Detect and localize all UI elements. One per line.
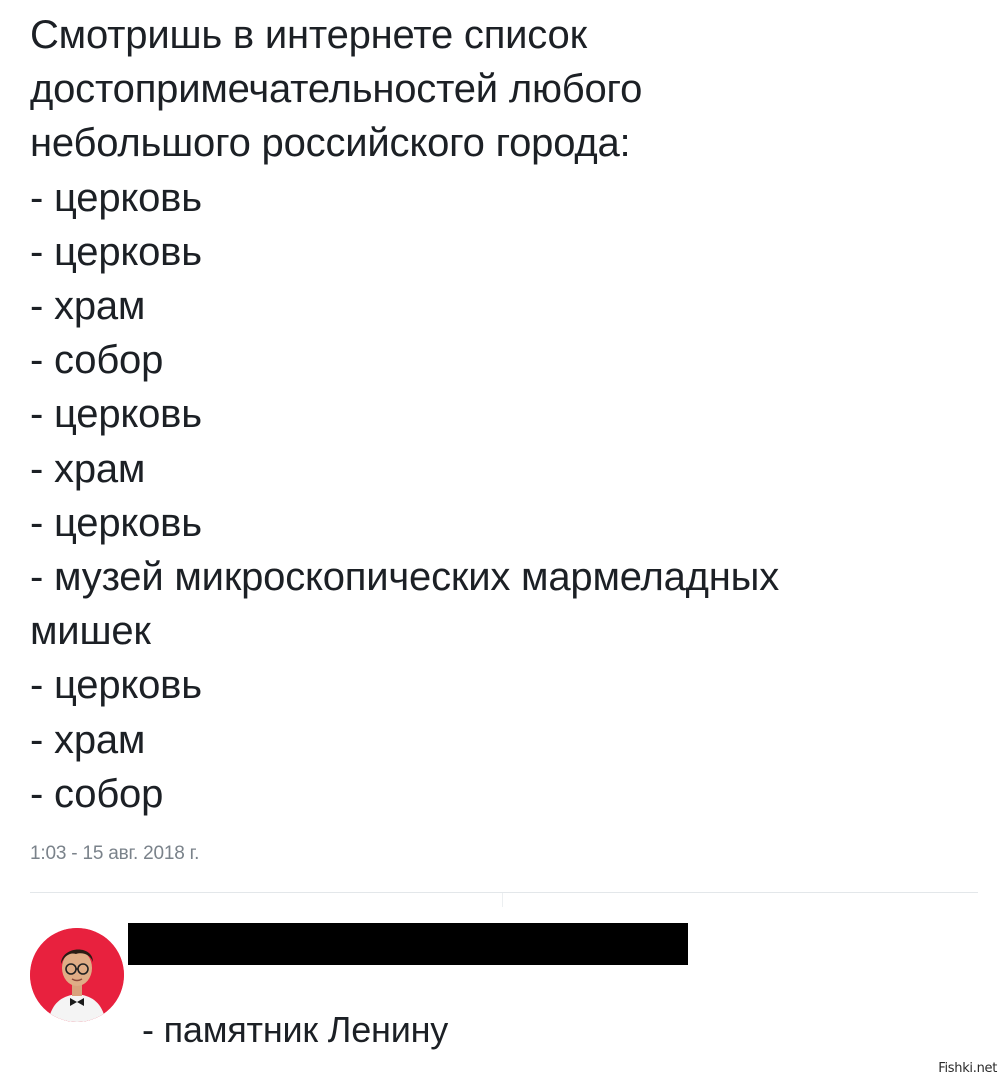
tweet-line: - храм [30, 446, 146, 491]
reply-avatar[interactable] [30, 928, 124, 1022]
tweet-line: - храм [30, 717, 146, 762]
tweet-line: - храм [30, 284, 146, 329]
tweet-timestamp-link[interactable]: 1:03 - 15 авг. 2018 г. [30, 843, 199, 865]
tweet-line: - церковь [30, 500, 202, 545]
reply-text: - памятник Ленину [142, 1009, 449, 1050]
tweet-line: Смотришь в интернете список [30, 13, 587, 57]
divider [30, 892, 978, 893]
tweet-line: небольшого российского города: [30, 121, 631, 166]
tweet-line: достопримечательностей любого [30, 67, 643, 112]
tweet-line: - собор [30, 771, 164, 816]
tweet-line: - собор [30, 338, 164, 383]
person-avatar-icon [30, 928, 124, 1022]
tweet-line: - церковь [30, 663, 202, 708]
redacted-username-bar [128, 923, 688, 965]
tweet-line: - церковь [30, 392, 202, 437]
tweet-text: Смотришь в интернете список достопримеча… [30, 8, 990, 821]
tweet-line: - церковь [30, 229, 202, 274]
divider-tick [502, 893, 503, 907]
tweet-line: мишек [30, 609, 151, 654]
watermark: Fishki.net [938, 1061, 997, 1076]
tweet-line: - музей микроскопических мармеладных [30, 555, 780, 600]
tweet-line: - церковь [30, 175, 202, 220]
